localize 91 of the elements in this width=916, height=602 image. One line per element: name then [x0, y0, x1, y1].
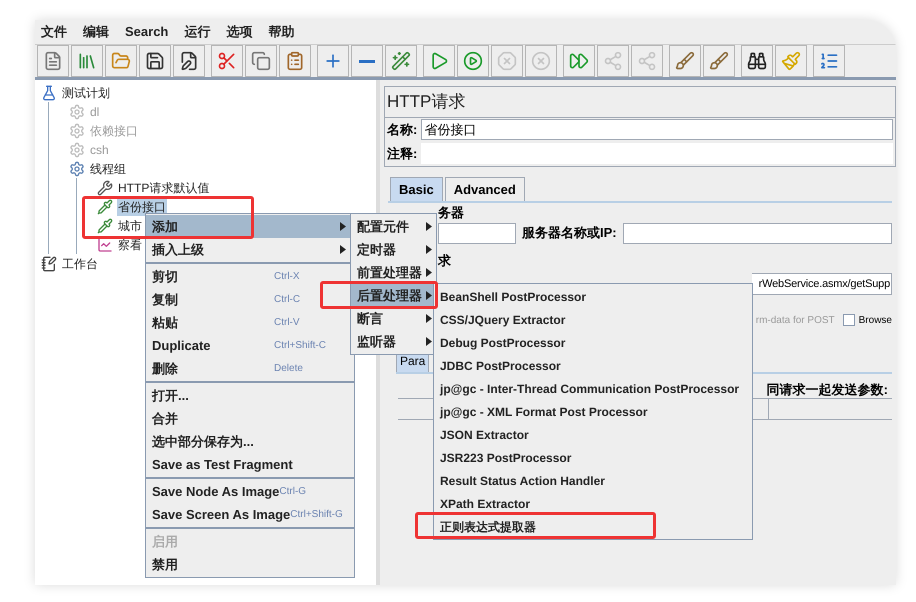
menu-item[interactable]: 复制 Ctrl-C — [146, 288, 354, 311]
menu-item[interactable]: JDBC PostProcessor — [434, 354, 752, 377]
shortcut-text: Ctrl-X — [274, 270, 301, 284]
shortcut-text: Ctrl-G — [279, 485, 308, 499]
menu-item[interactable]: 合并 — [146, 407, 354, 430]
close-circle-icon — [531, 51, 551, 71]
field-label: 服务器名称或IP: — [522, 224, 617, 242]
menu-item[interactable]: 配置元件 — [351, 215, 436, 238]
menu-item[interactable]: jp@gc - Inter-Thread Communication PostProcessor — [434, 377, 752, 400]
server-field[interactable] — [622, 222, 892, 244]
menu-item[interactable]: Result Status Action Handler — [434, 469, 752, 492]
menu-item[interactable]: 删除 Delete — [146, 357, 354, 380]
menu-item[interactable]: 定时器 — [351, 238, 436, 261]
tree-item[interactable]: 城市 — [117, 216, 143, 234]
brush-icon — [781, 51, 801, 71]
menu-item[interactable]: XPath Extractor — [434, 492, 752, 515]
submenu-arrow-icon — [426, 268, 432, 277]
panel-title: HTTP请求 — [385, 87, 895, 118]
binoculars-icon — [747, 51, 767, 71]
toolbar-button[interactable] — [173, 45, 205, 77]
pencil-file-icon — [179, 51, 199, 71]
shortcut-text: Ctrl-C — [274, 293, 302, 307]
checkbox-label: rm-data for POST — [756, 314, 835, 328]
shortcut-text: Ctrl+Shift-G — [290, 508, 344, 522]
nodes-icon — [637, 51, 657, 71]
new-file-icon — [43, 51, 63, 71]
menu-item[interactable]: 打开... — [146, 384, 354, 407]
menu-item[interactable]: JSON Extractor — [434, 423, 752, 446]
menu-item[interactable]: 前置处理器 — [351, 261, 436, 284]
menu-item[interactable]: Save as Test Fragment — [146, 453, 354, 476]
params-label: 同请求一起发送参数: — [766, 381, 888, 398]
group-label: 务器 — [438, 204, 465, 221]
tab[interactable]: Basic — [390, 176, 443, 201]
menu-item[interactable]: 禁用 — [146, 553, 354, 576]
clipboard-icon — [285, 51, 305, 71]
menu-item[interactable]: BeanShell PostProcessor — [434, 285, 752, 308]
submenu-arrow-icon — [426, 337, 432, 346]
menu-item[interactable]: Save Node As ImageCtrl-G — [146, 480, 354, 503]
submenu-arrow-icon — [426, 222, 432, 231]
toolbar-button[interactable] — [741, 45, 773, 77]
protocol-field[interactable] — [438, 222, 516, 244]
toolbar-button[interactable] — [139, 45, 171, 77]
name-field[interactable]: 省份接口 — [421, 119, 893, 140]
minus-icon — [359, 60, 375, 62]
tree-item[interactable]: 察看 — [117, 236, 143, 254]
path-field[interactable]: rWebService.asmx/getSupp — [752, 273, 892, 295]
shortcut-text: Ctrl+Shift-C — [274, 339, 327, 353]
copy-icon — [251, 51, 271, 71]
tree-item[interactable]: 线程组 — [89, 160, 127, 178]
menu-item[interactable]: Save Screen As ImageCtrl+Shift-G — [146, 503, 354, 526]
menu-item[interactable]: 帮助 — [268, 22, 294, 42]
menu-item[interactable]: CSS/JQuery Extractor — [434, 308, 752, 331]
menu-item[interactable]: Duplicate Ctrl+Shift-C — [146, 334, 354, 357]
menu-item[interactable]: 剪切 Ctrl-X — [146, 265, 354, 288]
fast-forward-icon — [569, 51, 589, 71]
menu-item[interactable]: 选中部分保存为... — [146, 430, 354, 453]
shortcut-text: Ctrl-V — [274, 316, 301, 330]
submenu-arrow-icon — [426, 291, 432, 300]
books-icon — [77, 51, 97, 71]
menu-item[interactable]: 运行 — [184, 22, 210, 42]
play-circle-icon — [463, 51, 483, 71]
menu-item[interactable]: 编辑 — [83, 22, 109, 42]
submenu-arrow-icon — [426, 245, 432, 254]
submenu-arrow-icon — [426, 314, 432, 323]
wand-icon — [391, 51, 411, 71]
list-icon — [819, 51, 839, 71]
shortcut-text: Delete — [274, 362, 304, 376]
menu-item[interactable]: 粘贴 Ctrl-V — [146, 311, 354, 334]
menu-item[interactable]: 后置处理器 — [351, 284, 436, 307]
tab[interactable]: Advanced — [444, 176, 525, 201]
checkbox-label: Browse — [858, 314, 892, 328]
menu-item[interactable]: 正则表达式提取器 — [434, 515, 752, 538]
menu-item[interactable]: 文件 — [41, 22, 67, 42]
menu-item[interactable]: jp@gc - XML Format Post Processor — [434, 400, 752, 423]
menu-item[interactable]: 插入上级 — [146, 238, 354, 261]
group-label: 求 — [438, 252, 452, 269]
menu-item[interactable]: Debug PostProcessor — [434, 331, 752, 354]
tree-item[interactable]: HTTP请求默认值 — [117, 178, 210, 196]
nodes-icon — [603, 51, 623, 71]
stop-icon — [497, 51, 517, 71]
menu-item[interactable]: JSR223 PostProcessor — [434, 446, 752, 469]
scissors-icon — [217, 51, 237, 71]
field-label: 名称: — [387, 120, 418, 139]
tree-item[interactable]: 测试计划 — [61, 84, 111, 102]
field-label: 注释: — [387, 144, 418, 163]
menu-item[interactable]: Search — [125, 22, 168, 42]
tree-item[interactable]: 工作台 — [61, 254, 99, 272]
folder-icon — [111, 51, 131, 71]
menu-item[interactable]: 断言 — [351, 307, 436, 330]
browser-checkbox[interactable] — [842, 314, 855, 326]
menu-item[interactable]: 选项 — [226, 22, 252, 42]
